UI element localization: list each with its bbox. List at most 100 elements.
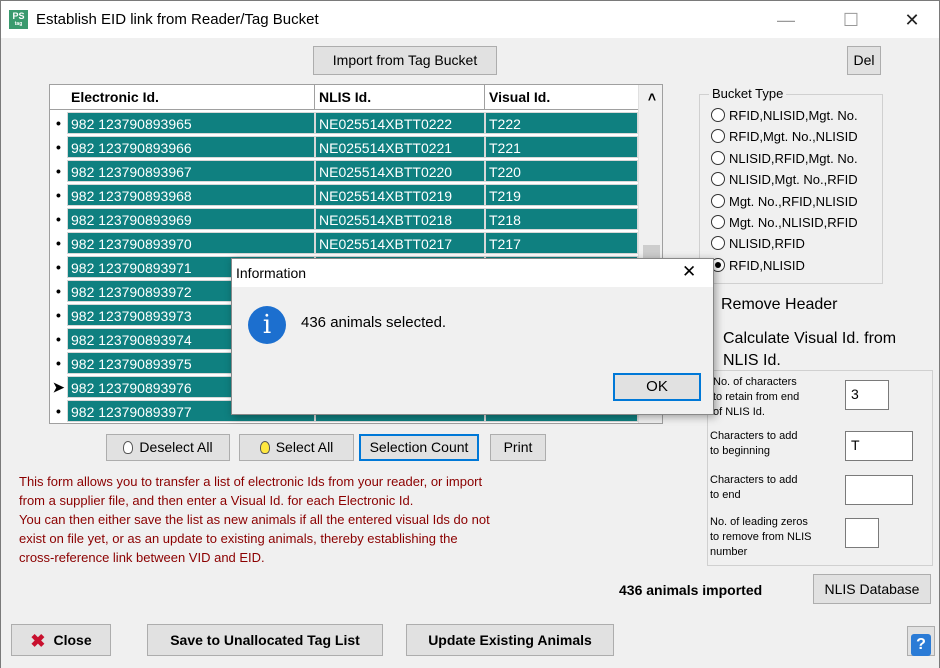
save-unallocated-button[interactable]: Save to Unallocated Tag List [147,624,383,656]
bucket-type-option[interactable]: Mgt. No.,NLISID,RFID [711,215,858,230]
cell-eid[interactable]: 982 123790893965 [67,112,315,134]
dialog-message: 436 animals selected. [301,314,447,331]
maximize-icon[interactable]: ☐ [836,9,866,31]
radio-icon[interactable] [711,236,725,251]
prefix-chars-input[interactable]: T [845,431,913,461]
nlis-database-button[interactable]: NLIS Database [813,574,931,604]
row-indicator: • [56,307,61,323]
deselect-all-button[interactable]: Deselect All [106,434,230,461]
selection-count-button[interactable]: Selection Count [359,434,479,461]
cell-eid[interactable]: 982 123790893970 [67,232,315,254]
row-indicator: • [56,187,61,203]
bucket-type-option-label: Mgt. No.,RFID,NLISID [729,193,858,209]
bucket-type-option[interactable]: NLISID,RFID,Mgt. No. [711,150,858,166]
select-all-button[interactable]: Select All [239,434,354,461]
cell-nlis[interactable]: NE025514XBTT0220 [315,160,485,182]
radio-icon[interactable] [711,108,725,122]
cell-eid[interactable]: 982 123790893967 [67,160,315,182]
app-icon: PS tag [9,10,28,29]
column-header-visual-id[interactable]: Visual Id. [485,85,638,110]
cell-vid[interactable]: T217 [485,232,638,254]
suffix-chars-input[interactable] [845,475,913,505]
row-indicator: • [56,331,61,347]
bucket-type-option[interactable]: RFID,NLISID [711,257,805,273]
bucket-type-option[interactable]: NLISID,Mgt. No.,RFID [711,172,858,187]
cell-nlis[interactable]: NE025514XBTT0222 [315,112,485,134]
suffix-chars-label: Characters to add to end [710,474,798,501]
bucket-type-option[interactable]: NLISID,RFID [711,236,805,251]
row-indicator: • [56,211,61,227]
information-icon: i [248,306,286,344]
delete-button[interactable]: Del [847,46,881,75]
bucket-type-option-label: RFID,NLISID,Mgt. No. [729,108,858,123]
bucket-type-option-label: NLISID,RFID [729,236,805,252]
minimize-icon[interactable]: — [771,9,801,31]
row-indicator: • [56,259,61,275]
cell-nlis[interactable]: NE025514XBTT0219 [315,184,485,206]
help-icon: ? [911,634,931,656]
bucket-type-option[interactable]: RFID,NLISID,Mgt. No. [711,108,858,123]
grid-header: Electronic Id. NLIS Id. Visual Id. [50,85,638,110]
cell-vid[interactable]: T222 [485,112,638,134]
table-row[interactable]: • 982 123790893965 NE025514XBTT0222 T222 [50,111,638,135]
radio-icon[interactable] [711,193,725,208]
bucket-type-option-label: Mgt. No.,NLISID,RFID [729,215,858,230]
row-indicator: ➤ [52,379,65,395]
cell-vid[interactable]: T218 [485,208,638,230]
bucket-type-title: Bucket Type [709,86,787,101]
bucket-type-option[interactable]: Mgt. No.,RFID,NLISID [711,193,858,209]
column-header-nlis-id[interactable]: NLIS Id. [315,85,485,110]
calculate-visual-id-checkbox[interactable]: Calculate Visual Id. from NLIS Id. [723,328,896,372]
remove-header-checkbox[interactable]: Remove Header [721,296,838,314]
close-icon[interactable]: ✕ [897,9,927,31]
dialog-close-icon[interactable]: ✕ [682,262,696,282]
dialog-titlebar: Information ✕ [232,259,713,287]
information-dialog: Information ✕ i 436 animals selected. OK [231,258,714,415]
cell-eid[interactable]: 982 123790893968 [67,184,315,206]
bulb-on-icon [259,441,270,454]
chevron-up-icon[interactable]: ˄ [639,87,662,107]
row-indicator: • [56,163,61,179]
cell-nlis[interactable]: NE025514XBTT0217 [315,232,485,254]
row-indicator: • [56,139,61,155]
update-existing-animals-button[interactable]: Update Existing Animals [406,624,614,656]
cell-nlis[interactable]: NE025514XBTT0218 [315,208,485,230]
radio-icon[interactable] [711,172,725,187]
window-title: Establish EID link from Reader/Tag Bucke… [36,11,319,28]
radio-icon[interactable] [711,215,725,229]
close-button[interactable]: ✖ Close [11,624,111,656]
form-description: This form allows you to transfer a list … [19,474,490,565]
leading-zeros-input[interactable] [845,518,879,548]
leading-zeros-label: No. of leading zeros to remove from NLIS n… [710,516,812,558]
print-button[interactable]: Print [490,434,546,461]
cell-eid[interactable]: 982 123790893969 [67,208,315,230]
table-row[interactable]: • 982 123790893969 NE025514XBTT0218 T218 [50,207,638,231]
radio-icon[interactable] [711,129,725,144]
help-button[interactable]: ? [907,626,935,656]
table-row[interactable]: • 982 123790893970 NE025514XBTT0217 T217 [50,231,638,255]
retain-chars-label: No. of characters to retain from end of NL… [713,376,800,418]
cell-nlis[interactable]: NE025514XBTT0221 [315,136,485,158]
bucket-type-option-label: NLISID,Mgt. No.,RFID [729,172,858,188]
table-row[interactable]: • 982 123790893966 NE025514XBTT0221 T221 [50,135,638,159]
cell-vid[interactable]: T221 [485,136,638,158]
prefix-chars-label: Characters to add to beginning [710,430,798,457]
imported-count-status: 436 animals imported [619,582,763,598]
bulb-off-icon [123,441,134,454]
table-row[interactable]: • 982 123790893967 NE025514XBTT0220 T220 [50,159,638,183]
column-header-electronic-id[interactable]: Electronic Id. [67,85,315,110]
ok-button[interactable]: OK [613,373,701,401]
row-indicator: • [56,355,61,371]
retain-chars-input[interactable]: 3 [845,380,889,410]
import-from-tag-bucket-button[interactable]: Import from Tag Bucket [313,46,497,75]
bucket-type-option-label: RFID,NLISID [729,257,805,273]
row-indicator: • [56,235,61,251]
radio-icon[interactable] [711,150,725,165]
row-indicator: • [56,403,61,419]
cell-vid[interactable]: T219 [485,184,638,206]
table-row[interactable]: • 982 123790893968 NE025514XBTT0219 T219 [50,183,638,207]
cell-vid[interactable]: T220 [485,160,638,182]
cell-eid[interactable]: 982 123790893966 [67,136,315,158]
close-x-icon: ✖ [30,631,46,651]
bucket-type-option[interactable]: RFID,Mgt. No.,NLISID [711,129,858,144]
